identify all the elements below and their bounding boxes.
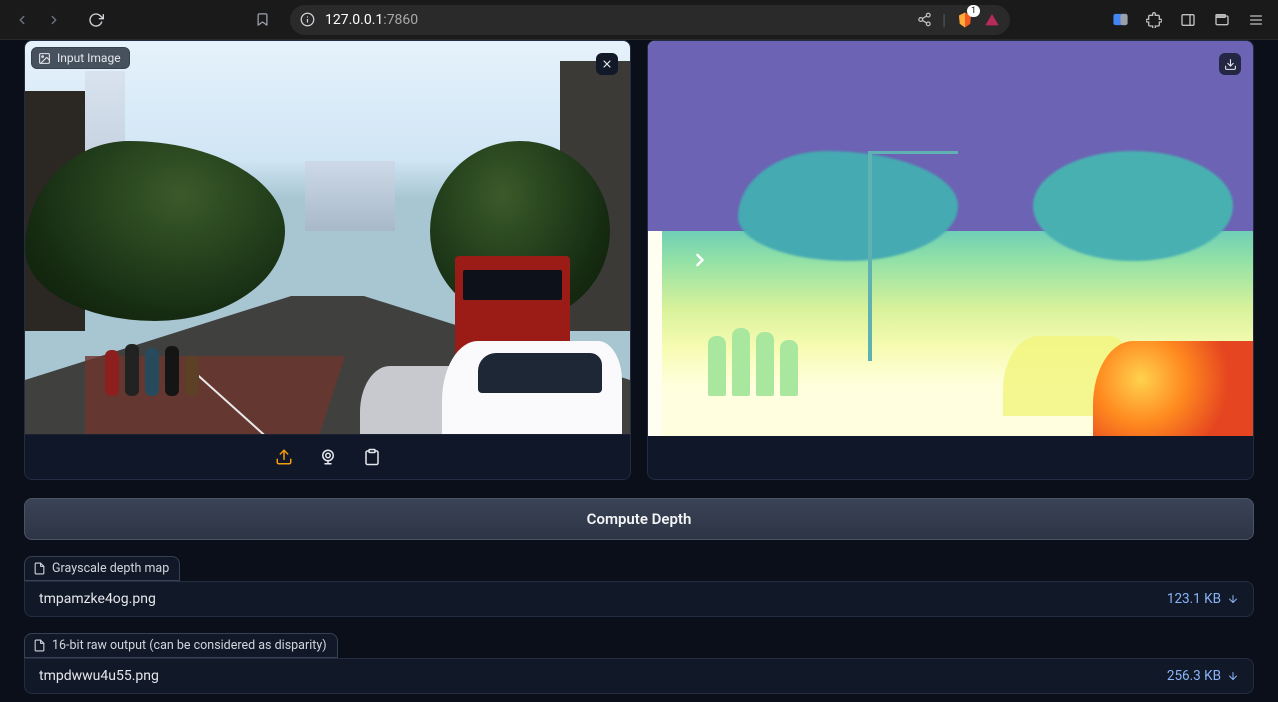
image-tool-row	[25, 434, 630, 479]
reload-button[interactable]	[82, 6, 110, 34]
depth-image-preview[interactable]	[648, 41, 1253, 436]
address-bar[interactable]: 127.0.0.1:7860 | 1	[290, 5, 1010, 35]
slider-handle-icon[interactable]	[688, 240, 712, 280]
share-icon[interactable]	[917, 12, 932, 27]
compute-depth-label: Compute Depth	[587, 510, 692, 528]
file-icon	[33, 562, 46, 575]
menu-button[interactable]	[1242, 6, 1270, 34]
output-file-row[interactable]: tmpamzke4og.png 123.1 KB	[24, 581, 1254, 617]
nav-arrows	[8, 6, 68, 34]
output-file-label-text: 16-bit raw output (can be considered as …	[52, 638, 327, 653]
input-image-panel: Input Image	[24, 40, 631, 480]
webcam-icon[interactable]	[317, 446, 339, 468]
output-file-label-text: Grayscale depth map	[52, 561, 169, 576]
output-file-size[interactable]: 123.1 KB	[1167, 591, 1239, 607]
download-output-button[interactable]	[1219, 53, 1241, 75]
url-text: 127.0.0.1:7860	[325, 12, 418, 28]
output-file-block: Grayscale depth map tmpamzke4og.png 123.…	[24, 556, 1254, 617]
input-image-label-chip: Input Image	[31, 47, 130, 69]
output-file-row[interactable]: tmpdwwu4u55.png 256.3 KB	[24, 658, 1254, 694]
extensions-icon[interactable]	[1140, 6, 1168, 34]
page-body: Input Image	[0, 40, 1278, 702]
download-arrow-icon	[1227, 593, 1239, 605]
depth-output-panel	[647, 40, 1254, 480]
brave-shield-icon[interactable]: 1	[956, 11, 974, 29]
image-icon	[38, 52, 51, 65]
compute-depth-button[interactable]: Compute Depth	[24, 498, 1254, 540]
download-arrow-icon	[1227, 670, 1239, 682]
upload-icon[interactable]	[273, 446, 295, 468]
output-file-block: 16-bit raw output (can be considered as …	[24, 633, 1254, 694]
output-file-size[interactable]: 256.3 KB	[1167, 668, 1239, 684]
clear-image-button[interactable]	[596, 53, 618, 75]
shield-badge: 1	[967, 5, 980, 17]
translate-extension-icon[interactable]	[1106, 6, 1134, 34]
sidepanel-icon[interactable]	[1174, 6, 1202, 34]
nav-forward-button[interactable]	[40, 6, 68, 34]
clipboard-icon[interactable]	[361, 446, 383, 468]
input-image-preview[interactable]	[25, 41, 630, 436]
site-info-icon[interactable]	[300, 12, 315, 27]
output-file-name: tmpamzke4og.png	[39, 591, 1167, 607]
output-file-label: 16-bit raw output (can be considered as …	[24, 633, 338, 658]
output-file-label: Grayscale depth map	[24, 556, 180, 581]
warning-triangle-icon[interactable]	[984, 12, 1000, 28]
output-file-name: tmpdwwu4u55.png	[39, 668, 1167, 684]
bookmark-button[interactable]	[248, 6, 276, 34]
nav-back-button[interactable]	[8, 6, 36, 34]
file-icon	[33, 639, 46, 652]
wallet-icon[interactable]	[1208, 6, 1236, 34]
browser-chrome: 127.0.0.1:7860 | 1	[0, 0, 1278, 40]
input-image-label-text: Input Image	[57, 51, 121, 65]
